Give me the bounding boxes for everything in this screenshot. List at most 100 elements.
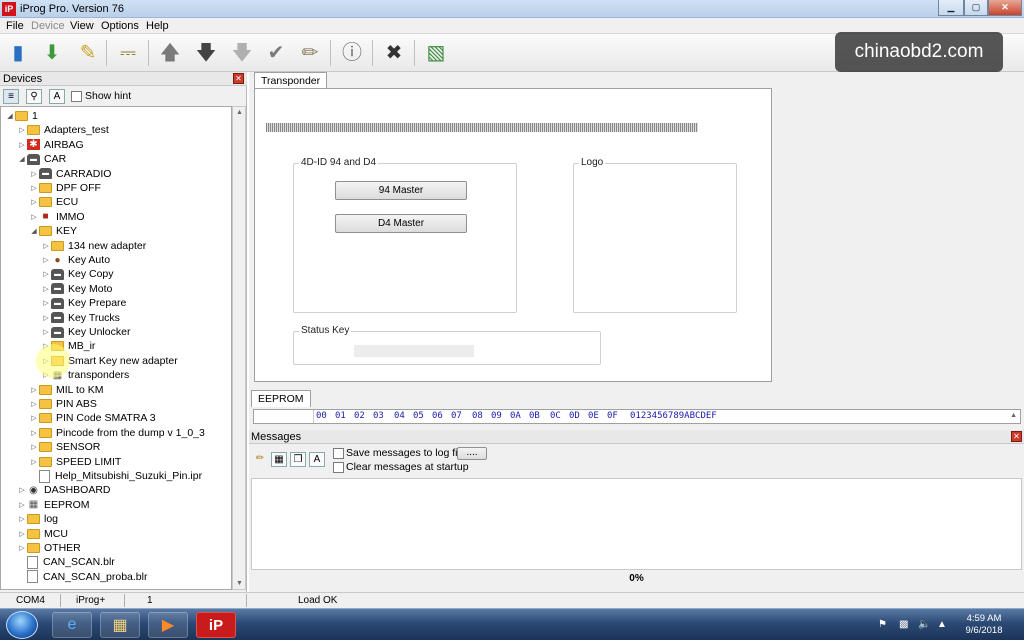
collapsed-arrow-icon[interactable]: ▷ (29, 458, 39, 466)
tree-item[interactable]: CAN_SCAN_proba.blr (17, 570, 147, 584)
save-log-checkbox[interactable] (333, 448, 344, 459)
media-player-icon[interactable]: ▶ (148, 612, 188, 638)
collapsed-arrow-icon[interactable]: ▷ (29, 213, 39, 221)
browse-button[interactable]: .... (457, 447, 487, 460)
clock[interactable]: 4:59 AM 9/6/2018 (956, 613, 1012, 637)
collapsed-arrow-icon[interactable]: ▷ (17, 486, 27, 494)
tree-item[interactable]: ▷ MIL to KM (29, 383, 103, 397)
messages-log[interactable] (251, 478, 1022, 570)
arrow-down-icon[interactable]: 🡇 (192, 39, 220, 67)
minimize-button[interactable]: ▁ (938, 0, 964, 16)
iprog-taskbar-icon[interactable]: iP (196, 612, 236, 638)
collapsed-arrow-icon[interactable]: ▷ (41, 314, 51, 322)
volume-icon[interactable]: 🔈 (918, 619, 930, 630)
tree-item[interactable]: ▷ OTHER (17, 541, 80, 555)
network-icon[interactable]: ▩ (899, 619, 908, 630)
font-icon[interactable]: A (309, 452, 325, 467)
tree-item[interactable]: ▷ DPF OFF (29, 181, 101, 195)
collapsed-arrow-icon[interactable]: ▷ (17, 501, 27, 509)
tree-item[interactable]: ▷ ▦ EEPROM (17, 498, 89, 512)
tree-item[interactable]: CAN_SCAN.blr (17, 555, 115, 569)
collapsed-arrow-icon[interactable]: ▷ (29, 198, 39, 206)
tree-item[interactable]: ▷ ● Key Auto (41, 253, 110, 267)
start-button[interactable] (6, 611, 38, 639)
tree-item[interactable]: ▷ ▬ Key Unlocker (41, 325, 130, 339)
expanded-arrow-icon[interactable]: ◢ (5, 112, 15, 120)
94-master-button[interactable]: 94 Master (335, 181, 467, 200)
clear-startup-checkbox[interactable] (333, 462, 344, 473)
menu-device[interactable]: Device (31, 20, 65, 32)
new-file-icon[interactable]: ✎ (74, 39, 102, 67)
tab-transponder[interactable]: Transponder (254, 72, 328, 89)
arrow-up-icon[interactable]: 🡅 (156, 39, 184, 67)
tree-item[interactable]: ▷ 134 new adapter (41, 239, 146, 253)
collapsed-arrow-icon[interactable]: ▷ (29, 429, 39, 437)
tree-item[interactable]: ▷ SPEED LIMIT (29, 455, 121, 469)
menu-view[interactable]: View (70, 20, 94, 32)
tree-item[interactable]: ▷ ✱ AIRBAG (17, 138, 83, 152)
collapsed-arrow-icon[interactable]: ▷ (17, 530, 27, 538)
tree-view-icon[interactable]: ≡ (3, 89, 19, 104)
tree-item[interactable]: ▷ ■ IMMO (29, 210, 84, 224)
close-messages-icon[interactable]: ✕ (1011, 431, 1022, 442)
collapsed-arrow-icon[interactable]: ▷ (29, 414, 39, 422)
clear-brush-icon[interactable]: ✏ (296, 39, 324, 67)
read-icon[interactable]: ▮ (4, 39, 32, 67)
search-icon[interactable]: ⚲ (26, 89, 42, 104)
arrow-down-disabled-icon[interactable]: 🡇 (228, 39, 256, 67)
tree-item[interactable]: ◢ 1 (5, 109, 38, 123)
tree-item[interactable]: ▷ ▬ Key Moto (41, 282, 112, 296)
tab-eeprom[interactable]: EEPROM (251, 390, 311, 407)
ie-icon[interactable]: e (52, 612, 92, 638)
tree-item[interactable]: ▷ Pincode from the dump v 1_0_3 (29, 426, 205, 440)
explorer-icon[interactable]: ▦ (100, 612, 140, 638)
font-icon[interactable]: A (49, 89, 65, 104)
info-icon[interactable]: ⓘ (338, 39, 366, 67)
tree-item[interactable]: Help_Mitsubishi_Suzuki_Pin.ipr (29, 469, 202, 483)
collapsed-arrow-icon[interactable]: ▷ (41, 299, 51, 307)
collapsed-arrow-icon[interactable]: ▷ (29, 386, 39, 394)
tree-item[interactable]: ▷ PIN ABS (29, 397, 97, 411)
collapsed-arrow-icon[interactable]: ▷ (29, 443, 39, 451)
menu-help[interactable]: Help (146, 20, 169, 32)
brush-icon[interactable]: ✏ (252, 452, 268, 467)
collapsed-arrow-icon[interactable]: ▷ (17, 515, 27, 523)
stop-icon[interactable]: ✖ (380, 39, 408, 67)
collapsed-arrow-icon[interactable]: ▷ (29, 184, 39, 192)
tree-item[interactable]: ▷ MCU (17, 527, 68, 541)
maximize-button[interactable]: ▢ (964, 0, 988, 16)
collapsed-arrow-icon[interactable]: ▷ (29, 170, 39, 178)
collapsed-arrow-icon[interactable]: ▷ (17, 126, 27, 134)
collapsed-arrow-icon[interactable]: ▷ (41, 270, 51, 278)
collapsed-arrow-icon[interactable]: ▷ (41, 256, 51, 264)
tree-item[interactable]: ▷ ▬ CARRADIO (29, 167, 111, 181)
scroll-up-icon[interactable]: ▲ (1010, 412, 1017, 419)
close-button[interactable]: ✕ (988, 0, 1022, 16)
expanded-arrow-icon[interactable]: ◢ (17, 155, 27, 163)
tree-scrollbar[interactable]: ▲ ▼ (232, 106, 246, 590)
save-icon[interactable]: ▦ (271, 452, 287, 467)
copy-icon[interactable]: ❐ (290, 452, 306, 467)
expanded-arrow-icon[interactable]: ◢ (29, 227, 39, 235)
tree-item[interactable]: ▷ SENSOR (29, 440, 100, 454)
check-icon[interactable]: ✔ (262, 39, 290, 67)
tree-item[interactable]: ▷ PIN Code SMATRA 3 (29, 411, 155, 425)
tree-item[interactable]: ▷ Adapters_test (17, 123, 109, 137)
flag-icon[interactable]: ⚑ (878, 619, 887, 630)
menu-file[interactable]: File (6, 20, 24, 32)
menu-options[interactable]: Options (101, 20, 139, 32)
load-file-icon[interactable]: ⬇ (38, 39, 66, 67)
tree-item[interactable]: ▷ ▬ Key Trucks (41, 311, 120, 325)
tree-item[interactable]: ▷ ECU (29, 195, 78, 209)
close-panel-icon[interactable]: ✕ (233, 73, 244, 84)
collapsed-arrow-icon[interactable]: ▷ (41, 328, 51, 336)
tree-item[interactable]: ◢ ▬ CAR (17, 152, 66, 166)
collapsed-arrow-icon[interactable]: ▷ (17, 141, 27, 149)
d4-master-button[interactable]: D4 Master (335, 214, 467, 233)
collapsed-arrow-icon[interactable]: ▷ (41, 242, 51, 250)
show-hint-checkbox[interactable] (71, 91, 82, 102)
collapsed-arrow-icon[interactable]: ▷ (41, 285, 51, 293)
tree-item[interactable]: ▷ ▬ Key Copy (41, 267, 113, 281)
erase-icon[interactable]: ⎓ (114, 39, 142, 67)
tree-item[interactable]: ▷ log (17, 512, 58, 526)
